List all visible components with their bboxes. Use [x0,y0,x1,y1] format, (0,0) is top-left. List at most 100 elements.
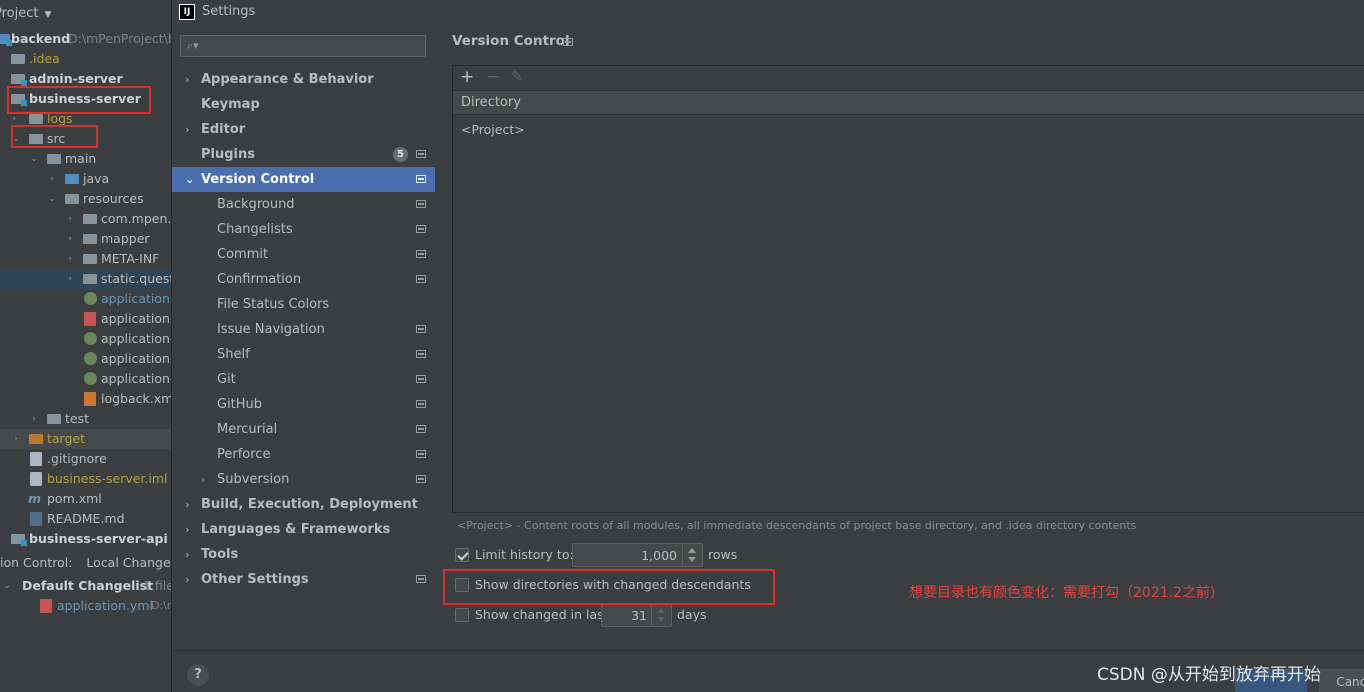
edit-icon[interactable]: ✎ [511,67,523,87]
tree-row-application-2[interactable]: application- [0,309,171,329]
help-button[interactable]: ? [187,664,209,686]
tree-row-application-4[interactable]: application- [0,349,171,369]
tree-row-resources[interactable]: ⌄ resources [0,189,171,209]
add-icon[interactable]: + [460,67,474,87]
project-view-selector[interactable]: Project ▼ [0,6,51,26]
nav-plugins[interactable]: Plugins 5 [172,142,435,167]
nav-tools[interactable]: › Tools [172,542,435,567]
tree-row-com-mpen[interactable]: › com.mpen.a [0,209,171,229]
nav-languages-frameworks[interactable]: › Languages & Frameworks [172,517,435,542]
tree-row-test[interactable]: › test [0,409,171,429]
chevron-right-icon[interactable]: › [47,169,57,189]
tree-row-label: .gitignore [47,451,107,466]
chevron-right-icon[interactable]: › [65,249,75,269]
limit-history-checkbox[interactable] [455,548,469,562]
tree-row-target[interactable]: › target [0,429,171,449]
intellij-logo-icon: IJ [179,4,195,20]
search-input[interactable] [205,37,421,55]
chevron-right-icon: › [185,523,190,536]
nav-appearance-behavior[interactable]: › Appearance & Behavior [172,67,435,92]
nav-perforce[interactable]: Perforce [172,442,435,467]
chevron-right-icon: › [185,548,190,561]
chevron-down-icon[interactable]: ⌄ [47,189,57,209]
spin-up-icon[interactable] [688,548,696,553]
chevron-right-icon: › [201,473,206,486]
tree-row-static[interactable]: › static.questi [0,269,171,289]
tree-row-main[interactable]: ⌄ main [0,149,171,169]
project-level-icon [416,425,426,433]
tree-row-application-yml[interactable]: application.y [0,289,171,309]
table-row[interactable]: <Project> [453,119,1364,141]
tree-row-application-3[interactable]: application- [0,329,171,349]
excluded-folder-icon [29,434,43,444]
tree-row-readme[interactable]: README.md [0,509,171,529]
tree-row-idea[interactable]: .idea [0,49,171,69]
cancel-button[interactable]: Cance [1319,669,1364,692]
nav-subversion[interactable]: › Subversion [172,467,435,492]
nav-other-settings[interactable]: › Other Settings [172,567,435,592]
spin-down-icon[interactable] [688,557,696,562]
nav-shelf[interactable]: Shelf [172,342,435,367]
changelist-row[interactable]: ⌄ Default Changelist 1 file [0,576,171,596]
nav-git[interactable]: Git [172,367,435,392]
remove-icon[interactable]: − [486,67,500,87]
nav-build-execution-deployment[interactable]: › Build, Execution, Deployment [172,492,435,517]
tree-row-label: business-server.iml [47,471,168,486]
chevron-right-icon[interactable]: › [11,429,21,449]
nav-issue-navigation[interactable]: Issue Navigation [172,317,435,342]
show-changed-days-input[interactable] [602,606,647,624]
nav-mercurial[interactable]: Mercurial [172,417,435,442]
settings-nav: ⌕▾ › Appearance & Behavior Keymap › Edit… [172,25,435,650]
nav-github[interactable]: GitHub [172,392,435,417]
directory-table-body [453,115,1364,512]
tree-row-java[interactable]: › java [0,169,171,189]
spinner-buttons[interactable] [651,604,671,626]
chevron-right-icon[interactable]: › [65,229,75,249]
tree-row-label: pom.xml [47,491,102,506]
spinner-buttons[interactable] [682,544,702,566]
tab-local-changes[interactable]: Local Changes [86,555,171,570]
tree-row-backend[interactable]: backend D:\mPenProject\b [0,29,171,49]
show-changed-days-spinner[interactable] [601,603,672,627]
nav-label: Mercurial [217,422,278,437]
tree-row-meta-inf[interactable]: › META-INF [0,249,171,269]
nav-keymap[interactable]: Keymap [172,92,435,117]
folder-icon [83,214,97,224]
show-changed-checkbox[interactable] [455,608,469,622]
annotation-note: 想要目录也有颜色变化：需要打勾（2021.2之前) [909,585,1216,601]
nav-label: Changelists [217,222,293,237]
changed-file-row[interactable]: application.yml D:\m [0,596,171,616]
tab-version-control[interactable]: ion Control: [0,555,72,570]
chevron-right-icon[interactable]: › [65,209,75,229]
chevron-right-icon[interactable]: › [29,409,39,429]
tree-row-business-server-api[interactable]: business-server-api [0,529,171,549]
nav-version-control[interactable]: ⌄ Version Control [172,167,435,192]
tree-row-pom[interactable]: m pom.xml [0,489,171,509]
tree-row-label: com.mpen.a [101,211,171,226]
limit-history-spinner[interactable] [572,543,703,567]
settings-search[interactable]: ⌕▾ [180,35,426,57]
limit-history-input[interactable] [573,546,677,564]
tree-row-label: .idea [29,51,60,66]
chevron-down-icon[interactable]: ⌄ [2,576,12,596]
tree-row-iml[interactable]: business-server.iml [0,469,171,489]
nav-editor[interactable]: › Editor [172,117,435,142]
nav-background[interactable]: Background [172,192,435,217]
tree-row-label: application.y [101,291,171,306]
nav-file-status-colors[interactable]: File Status Colors [172,292,435,317]
chevron-down-icon[interactable]: ⌄ [29,149,39,169]
spin-up-icon[interactable] [657,608,665,613]
spring-config-file-icon [84,372,97,385]
nav-confirmation[interactable]: Confirmation [172,267,435,292]
spin-down-icon[interactable] [657,617,665,622]
chevron-right-icon[interactable]: › [65,269,75,289]
nav-commit[interactable]: Commit [172,242,435,267]
tree-row-gitignore[interactable]: .gitignore [0,449,171,469]
chevron-right-icon: › [185,573,190,586]
tree-row-application-5[interactable]: application- [0,369,171,389]
nav-changelists[interactable]: Changelists [172,217,435,242]
nav-label: Plugins [201,147,255,162]
tree-row-logback[interactable]: logback.xml [0,389,171,409]
directory-column-header[interactable]: Directory [453,90,1364,115]
tree-row-mapper[interactable]: › mapper [0,229,171,249]
